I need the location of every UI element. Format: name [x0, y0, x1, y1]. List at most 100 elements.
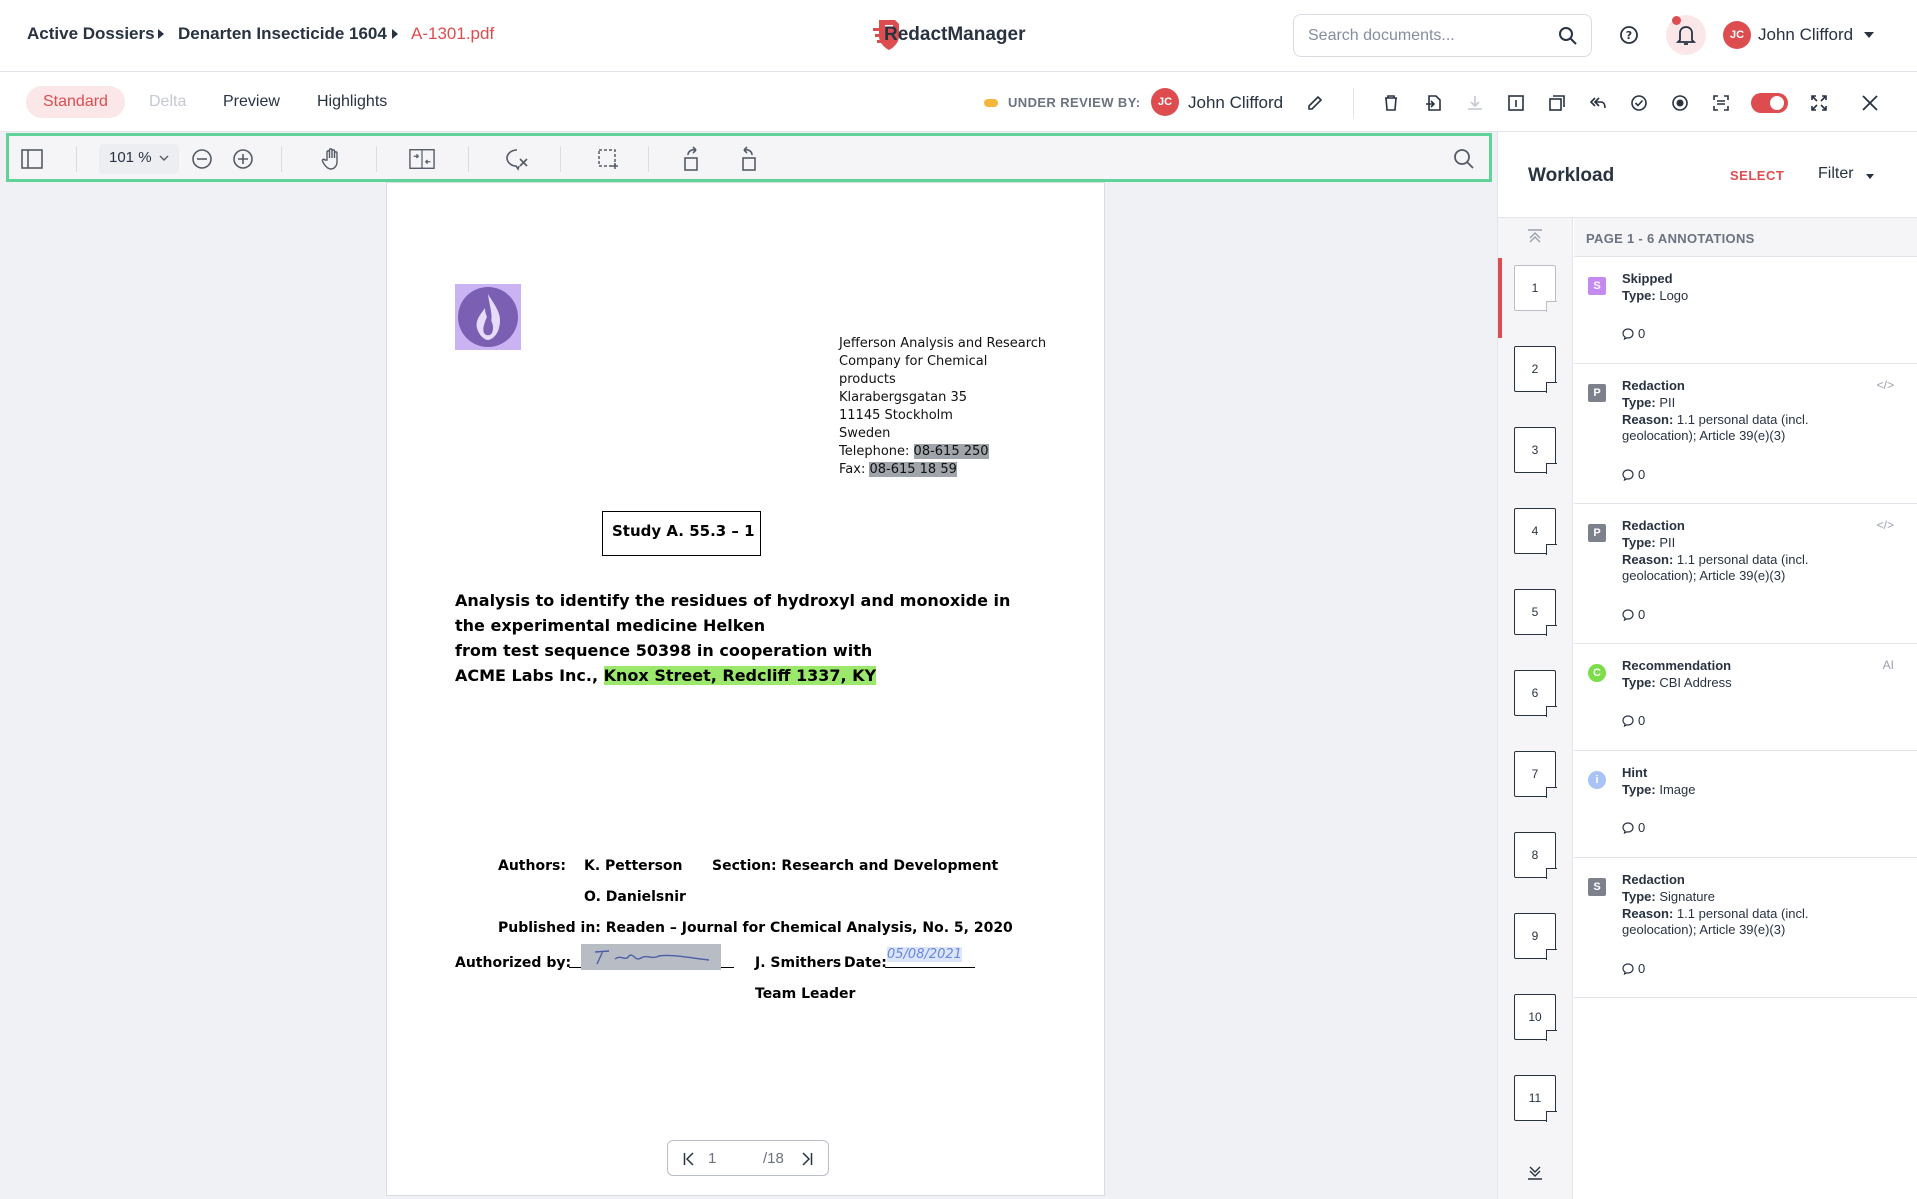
- clear-annotation-icon[interactable]: [504, 146, 530, 172]
- page-thumbnail[interactable]: 11: [1514, 1075, 1557, 1122]
- close-icon[interactable]: [1856, 89, 1884, 117]
- code-icon[interactable]: </>: [1877, 518, 1894, 532]
- annotation-comments[interactable]: 0: [1622, 607, 1645, 622]
- search-box[interactable]: [1293, 14, 1592, 57]
- compare-pages-icon[interactable]: [409, 146, 435, 172]
- page-thumbnails: 1 2 3 4 5 6 7 8 9 10 11: [1498, 218, 1573, 1199]
- annotation-comments[interactable]: 0: [1622, 467, 1645, 482]
- download-icon[interactable]: [1461, 89, 1489, 117]
- page-number: 1: [1531, 281, 1539, 295]
- annotation-card[interactable]: i Hint Type: Image 0: [1574, 751, 1917, 858]
- tab-delta[interactable]: Delta: [132, 86, 203, 118]
- annotation-comments[interactable]: 0: [1622, 820, 1645, 835]
- last-page-icon[interactable]: [801, 1152, 813, 1166]
- rotate-right-icon[interactable]: [734, 146, 760, 172]
- comment-icon: [1622, 608, 1634, 621]
- redacted-date[interactable]: 05/08/2021: [887, 947, 962, 962]
- first-page-icon[interactable]: [683, 1152, 695, 1166]
- tab-preview[interactable]: Preview: [206, 86, 297, 118]
- annotation-comments[interactable]: 0: [1622, 713, 1645, 728]
- tab-standard[interactable]: Standard: [26, 86, 125, 118]
- company-logo[interactable]: [455, 284, 521, 350]
- toolbar-separator: [376, 146, 377, 172]
- edit-reviewer-icon[interactable]: [1301, 89, 1329, 117]
- date-label: Date:: [844, 955, 887, 971]
- page-number: 11: [1528, 1091, 1542, 1105]
- undo-all-icon[interactable]: [1584, 89, 1612, 117]
- zoom-value[interactable]: 101 %: [109, 149, 152, 166]
- ocr-scan-icon[interactable]: [1707, 89, 1735, 117]
- page-number: 10: [1528, 1010, 1542, 1024]
- page-thumbnail[interactable]: 8: [1514, 832, 1557, 879]
- document-info-icon[interactable]: [1502, 89, 1530, 117]
- page-navigator: 1 /18: [667, 1140, 829, 1176]
- page-thumbnail[interactable]: 7: [1514, 751, 1557, 798]
- document-search-icon[interactable]: [1451, 146, 1477, 172]
- page-thumbnail[interactable]: 1: [1514, 265, 1557, 312]
- section-text: Section: Research and Development: [712, 858, 999, 874]
- page-number: 4: [1531, 524, 1539, 538]
- annotation-card[interactable]: C Recommendation AI Type: CBI Address 0: [1574, 644, 1917, 751]
- rotate-left-icon[interactable]: [680, 146, 706, 172]
- scroll-top-icon[interactable]: [1527, 228, 1543, 244]
- delete-icon[interactable]: [1377, 89, 1405, 117]
- compare-icon[interactable]: [1543, 89, 1571, 117]
- page-thumbnail[interactable]: 3: [1514, 427, 1557, 474]
- tab-highlights[interactable]: Highlights: [300, 86, 404, 118]
- redacted-telephone[interactable]: 08-615 250: [913, 444, 989, 459]
- notifications-icon[interactable]: [1666, 15, 1706, 55]
- page-thumbnail[interactable]: 4: [1514, 508, 1557, 555]
- pan-hand-icon[interactable]: [319, 146, 345, 172]
- redacted-signature[interactable]: [581, 944, 721, 970]
- fax-label: Fax:: [839, 462, 870, 477]
- page-thumbnail[interactable]: 6: [1514, 670, 1557, 717]
- breadcrumb-dossier[interactable]: Denarten Insecticide 1604: [178, 24, 387, 44]
- telephone-line: Telephone: 08-615 250: [839, 444, 989, 459]
- fullscreen-icon[interactable]: [1805, 89, 1833, 117]
- zoom-in-icon[interactable]: [230, 146, 256, 172]
- sidebar-toggle-icon[interactable]: [19, 146, 45, 172]
- annotation-card[interactable]: S Redaction Type: Signature Reason: 1.1 …: [1574, 858, 1917, 998]
- annotation-card[interactable]: S Skipped Type: Logo 0: [1574, 257, 1917, 364]
- zoom-chevron-icon[interactable]: [159, 154, 169, 162]
- reviewer-avatar[interactable]: JC: [1151, 88, 1179, 116]
- annotation-type: Type: Signature: [1622, 889, 1715, 904]
- help-icon[interactable]: ?: [1609, 15, 1649, 55]
- annotation-title: Skipped: [1622, 271, 1673, 286]
- toolbar-separator: [648, 146, 649, 172]
- zoom-out-icon[interactable]: [189, 146, 215, 172]
- annotation-comments[interactable]: 0: [1622, 961, 1645, 976]
- comment-count: 0: [1638, 961, 1646, 976]
- page-thumbnail[interactable]: 5: [1514, 589, 1557, 636]
- lab-name: ACME Labs Inc.,: [455, 666, 604, 685]
- record-icon[interactable]: [1666, 89, 1694, 117]
- review-status-label: UNDER REVIEW BY:: [1008, 95, 1141, 110]
- approve-icon[interactable]: [1625, 89, 1653, 117]
- filter-chevron-icon[interactable]: [1866, 174, 1874, 179]
- annotation-card[interactable]: P Redaction </> Type: PII Reason: 1.1 pe…: [1574, 504, 1917, 644]
- search-icon[interactable]: [1558, 26, 1578, 46]
- code-icon[interactable]: </>: [1877, 378, 1894, 392]
- user-avatar[interactable]: JC: [1723, 21, 1751, 49]
- user-name[interactable]: John Clifford: [1758, 25, 1853, 45]
- annotation-reason: Reason: 1.1 personal data (incl. geoloca…: [1622, 412, 1809, 443]
- page-thumbnail[interactable]: 10: [1514, 994, 1557, 1041]
- scroll-bottom-icon[interactable]: [1527, 1165, 1543, 1181]
- breadcrumb-active-dossiers[interactable]: Active Dossiers: [27, 24, 155, 44]
- filter-button[interactable]: Filter: [1818, 165, 1854, 183]
- page-thumbnail[interactable]: 2: [1514, 346, 1557, 393]
- redacted-fax[interactable]: 08-615 18 59: [869, 462, 957, 477]
- area-select-icon[interactable]: [595, 146, 621, 172]
- import-icon[interactable]: [1420, 89, 1448, 117]
- current-page-input[interactable]: 1: [708, 1150, 716, 1167]
- annotation-title: Redaction: [1622, 518, 1685, 533]
- recommended-cbi-address[interactable]: Knox Street, Redcliff 1337, KY: [603, 666, 877, 685]
- select-button[interactable]: SELECT: [1730, 168, 1784, 183]
- redaction-toggle[interactable]: [1751, 93, 1788, 113]
- annotation-comments[interactable]: 0: [1622, 326, 1645, 341]
- reviewer-name[interactable]: John Clifford: [1188, 93, 1283, 113]
- page-thumbnail[interactable]: 9: [1514, 913, 1557, 960]
- search-input[interactable]: [1308, 27, 1548, 45]
- annotation-card[interactable]: P Redaction </> Type: PII Reason: 1.1 pe…: [1574, 364, 1917, 504]
- user-menu-chevron-icon[interactable]: [1864, 32, 1874, 38]
